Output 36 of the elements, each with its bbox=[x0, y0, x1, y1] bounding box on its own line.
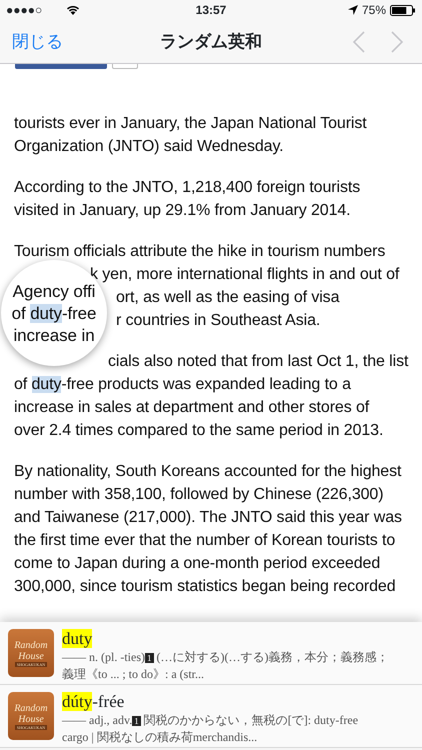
magnified-text: Agency offi bbox=[12, 282, 96, 302]
definition-text: —— n. (pl. -ties) 1 (…に対する)(…する)義務，本分；義務感； 義理《to ... ; to do》: a (str... bbox=[62, 649, 390, 682]
cover-title: Random bbox=[14, 702, 48, 714]
text-line: Organization (JNTO) said Wednesday. bbox=[14, 137, 284, 157]
text-line: number with 358,100, followed by Chinese (226,300) bbox=[14, 485, 384, 505]
cover-title: Random bbox=[14, 640, 48, 650]
magnified-text: increase in bbox=[12, 326, 96, 346]
text-line: 300,000, since tourism statistics began being recorded bbox=[14, 577, 396, 597]
magnified-text: of duty-free bbox=[10, 304, 98, 324]
text-line: increase in sales at department and other stores of bbox=[14, 398, 370, 418]
cover-title: House bbox=[18, 714, 44, 724]
wifi-icon bbox=[66, 5, 80, 15]
text-line: Tourism officials attribute the hike in tourism numbers bbox=[14, 242, 386, 262]
nav-title: ランダム英和 bbox=[159, 30, 263, 53]
signal-dots: ●●●●○ bbox=[6, 2, 42, 19]
text-line: According to the JNTO, 1,218,400 foreign tourists bbox=[14, 178, 360, 198]
status-time: 13:57 bbox=[194, 2, 228, 19]
text-line: over 2.4 times compared to the same period in 2013. bbox=[14, 421, 384, 441]
definition-text: —— adj., adv. 1 関税のかからない，無税の[で]: duty-free cargo | 関税なしの積み荷merchandis... bbox=[62, 712, 360, 745]
cropped-button[interactable] bbox=[15, 64, 107, 69]
text-line: By nationality, South Koreans accounted for the highest bbox=[14, 462, 402, 482]
text-line: come to Japan during a one-month period exceeded bbox=[14, 554, 380, 574]
text-line: of duty-free products was expanded leading to a bbox=[14, 375, 351, 395]
text-line: visited in January, up 29.1% from January 2014. bbox=[14, 201, 351, 221]
close-button[interactable]: 閉じる bbox=[12, 28, 122, 54]
text-line: ort, as well as the easing of visa bbox=[116, 288, 340, 308]
text-line: tourists ever in January, the Japan National Tourist bbox=[14, 114, 367, 134]
cropped-button[interactable] bbox=[112, 64, 138, 69]
location-arrow-icon bbox=[348, 5, 358, 15]
text-line: the first time ever that the number of Korean tourists to bbox=[14, 531, 396, 551]
text-line: cials also noted that from last Oct 1, the list bbox=[108, 352, 408, 372]
battery-icon bbox=[390, 4, 416, 16]
battery-percent: 75% bbox=[362, 2, 386, 19]
text-line: r countries in Southeast Asia. bbox=[116, 311, 320, 331]
cover-title: House bbox=[18, 650, 44, 662]
text-line: and Taiwanese (217,000). The JNTO said this year was bbox=[14, 508, 402, 528]
